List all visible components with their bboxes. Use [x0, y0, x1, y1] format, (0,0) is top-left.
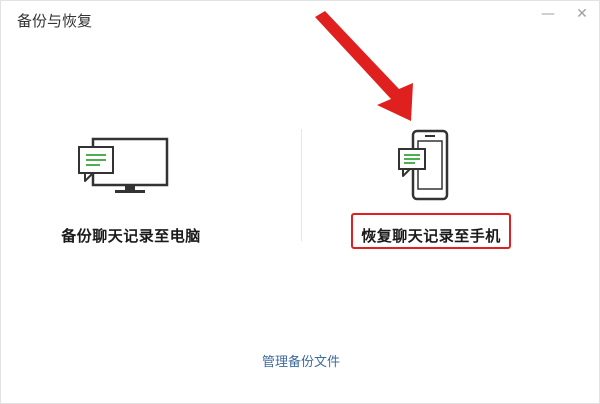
- phone-chat-icon: [398, 129, 449, 201]
- minimize-button[interactable]: —: [537, 5, 559, 23]
- close-button[interactable]: ✕: [571, 5, 593, 23]
- options-divider: [301, 129, 302, 241]
- monitor-chat-icon: [78, 137, 169, 193]
- backup-restore-window: 备份与恢复 — ✕ 备份聊天记录至电脑 恢复聊天记录至手机 管理备份文件: [0, 0, 600, 404]
- backup-to-pc-label: 备份聊天记录至电脑: [61, 227, 201, 245]
- window-title: 备份与恢复: [17, 12, 93, 30]
- restore-to-phone-label: 恢复聊天记录至手机: [361, 227, 501, 245]
- backup-to-pc-option[interactable]: 备份聊天记录至电脑: [21, 125, 241, 255]
- manage-backup-files-link[interactable]: 管理备份文件: [1, 351, 600, 370]
- restore-to-phone-option[interactable]: 恢复聊天记录至手机: [321, 125, 541, 255]
